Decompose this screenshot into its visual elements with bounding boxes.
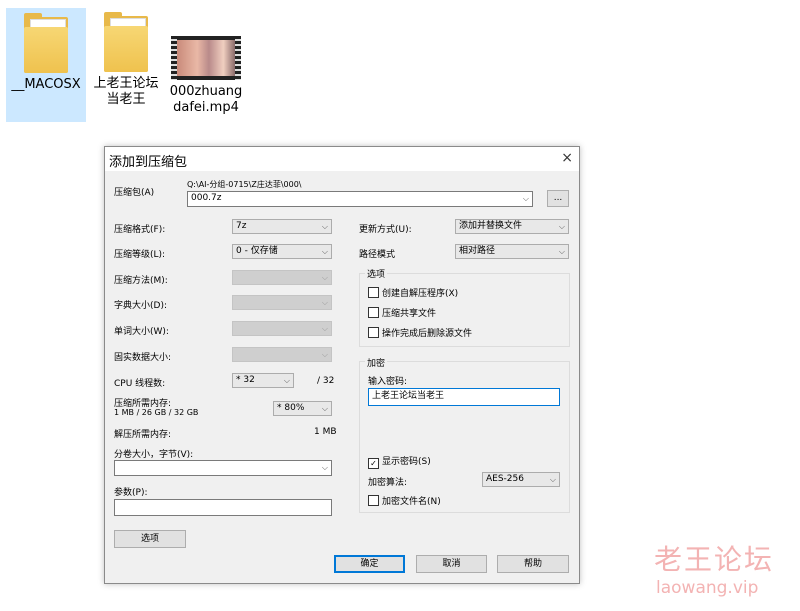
encryption-method-value: AES-256 [486,474,524,484]
watermark-title: 老王论坛 [654,543,775,576]
word-label: 单词大小(W): [114,327,169,337]
mem-decompress-label: 解压所需内存: [114,430,172,440]
close-icon[interactable]: × [561,150,573,166]
cpu-label: CPU 线程数: [114,379,166,389]
chevron-down-icon: ⌵ [321,350,328,359]
sfx-checkbox-label: 创建自解压程序(X) [382,289,459,299]
desktop-icon-label: __MACOSX [11,77,81,92]
level-select[interactable]: 0 - 仅存储 ⌵ [232,244,332,259]
word-select: ⌵ [232,321,332,336]
update-mode-value: 添加并替换文件 [459,221,523,231]
options-button[interactable]: 选项 [114,530,186,548]
desktop-icon-video[interactable]: 000zhuangdafei.mp4 [166,8,246,116]
chevron-down-icon: ⌵ [558,247,565,256]
mem-compress-select[interactable]: * 80% ⌵ [273,401,332,416]
video-thumbnail-icon [171,36,241,80]
encrypt-filenames-checkbox[interactable]: 加密文件名(N) [368,494,441,507]
checkbox-icon [368,287,379,298]
archive-path: Q:\AI-分组-0715\Z庄达菲\000\ [187,180,302,189]
level-value: 0 - 仅存储 [236,246,278,256]
path-mode-select[interactable]: 相对路径 ⌵ [455,244,569,259]
shared-files-checkbox[interactable]: 压缩共享文件 [368,306,436,319]
encryption-method-select[interactable]: AES-256 ⌵ [482,472,560,487]
method-label: 压缩方法(M): [114,276,168,286]
chevron-down-icon: ⌵ [321,404,328,413]
format-select[interactable]: 7z ⌵ [232,219,332,234]
archive-name-value: 000.7z [191,193,222,203]
chevron-down-icon: ⌵ [549,475,556,484]
cpu-select[interactable]: * 32 ⌵ [232,373,294,388]
path-mode-value: 相对路径 [459,246,496,256]
checkbox-icon [368,307,379,318]
chevron-down-icon: ⌵ [321,247,328,256]
mem-compress-value: * 80% [277,403,305,413]
password-label: 输入密码: [368,377,408,387]
chevron-down-icon: ⌵ [321,222,328,231]
folder-icon [102,12,150,74]
chevron-down-icon: ⌵ [283,376,290,385]
folder-icon [22,13,70,75]
archive-name-combo[interactable]: 000.7z ⌵ [187,191,533,207]
chevron-down-icon: ⌵ [321,324,328,333]
show-password-label: 显示密码(S) [382,457,431,467]
encrypt-filenames-label: 加密文件名(N) [382,497,441,507]
checkbox-icon [368,495,379,506]
encryption-group-title: 加密 [365,356,388,369]
delete-after-checkbox[interactable]: 操作完成后删除源文件 [368,326,472,339]
dict-label: 字典大小(D): [114,301,167,311]
archive-label: 压缩包(A) [114,188,155,198]
desktop-icon-macosx[interactable]: __MACOSX [6,8,86,122]
chevron-down-icon: ⌵ [321,463,328,472]
update-mode-select[interactable]: 添加并替换文件 ⌵ [455,219,569,234]
checkmark-icon: ✓ [368,458,379,469]
cpu-max: / 32 [317,376,335,386]
dict-select: ⌵ [232,295,332,310]
solid-select: ⌵ [232,347,332,362]
mem-compress-detail: 1 MB / 26 GB / 32 GB [114,408,199,417]
update-mode-label: 更新方式(U): [359,225,412,235]
encryption-method-label: 加密算法: [368,478,408,488]
desktop-icon-label: 000zhuangdafei.mp4 [169,84,243,115]
checkbox-icon [368,327,379,338]
help-button[interactable]: 帮助 [497,555,569,573]
chevron-down-icon: ⌵ [321,298,328,307]
show-password-checkbox[interactable]: ✓ 显示密码(S) [368,454,431,469]
split-combo[interactable]: ⌵ [114,460,332,476]
format-label: 压缩格式(F): [114,225,166,235]
params-input[interactable] [114,499,332,516]
chevron-down-icon: ⌵ [558,222,565,231]
shared-files-checkbox-label: 压缩共享文件 [382,309,437,319]
params-label: 参数(P): [114,488,148,498]
watermark-url: laowang.vip [656,578,759,598]
ok-button[interactable]: 确定 [334,555,405,573]
options-group-title: 选项 [365,267,388,280]
path-mode-label: 路径模式 [359,250,396,260]
add-to-archive-dialog: 添加到压缩包 × 压缩包(A) Q:\AI-分组-0715\Z庄达菲\000\ … [104,146,580,584]
delete-after-checkbox-label: 操作完成后删除源文件 [382,329,473,339]
password-input[interactable]: 上老王论坛当老王 [368,388,560,406]
browse-button[interactable]: ... [547,190,569,207]
dialog-titlebar: 添加到压缩包 × [105,147,579,171]
cpu-value: * 32 [236,375,255,385]
format-value: 7z [236,221,247,231]
cancel-button[interactable]: 取消 [416,555,487,573]
sfx-checkbox[interactable]: 创建自解压程序(X) [368,286,458,299]
chevron-down-icon: ⌵ [522,194,529,203]
solid-label: 固实数据大小: [114,353,172,363]
chevron-down-icon: ⌵ [321,273,328,282]
level-label: 压缩等级(L): [114,250,166,260]
split-label: 分卷大小，字节(V): [114,450,194,460]
mem-decompress-value: 1 MB [314,427,337,437]
desktop-icon-label: 上老王论坛当老王 [93,76,159,107]
desktop-icon-folder-laowang[interactable]: 上老王论坛当老王 [90,8,162,108]
method-select: ⌵ [232,270,332,285]
dialog-title: 添加到压缩包 [109,155,188,170]
